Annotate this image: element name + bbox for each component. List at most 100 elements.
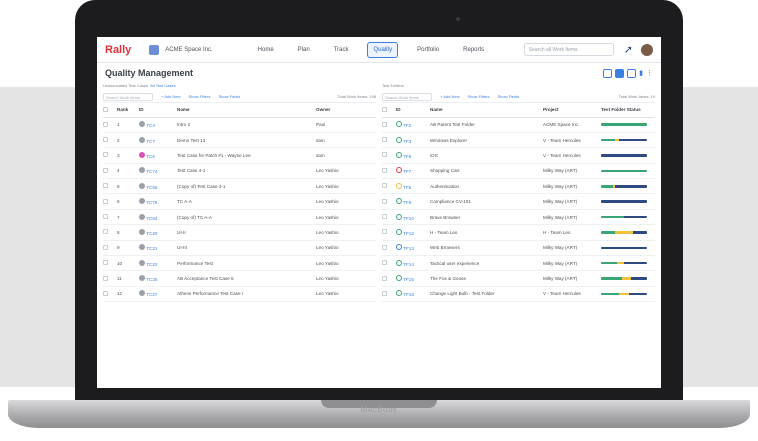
checkbox[interactable] [382, 275, 387, 281]
table-row[interactable]: TF9 Compliance CV-101 Milky Way (ART) [382, 193, 655, 210]
name-cell[interactable]: Compliance CV-101 [430, 193, 543, 210]
checkbox[interactable] [103, 121, 108, 127]
show-filters-button[interactable]: Show Filters [467, 94, 489, 99]
name-cell[interactable]: H - Team Leo [430, 224, 543, 241]
checkbox[interactable] [382, 244, 387, 250]
table-row[interactable]: TF3 Windows Explorer V - Team Hercules [382, 132, 655, 149]
column-header-project[interactable]: Project [543, 103, 601, 118]
table-row[interactable]: TF2 AB Parent Test Folder ACME Space Inc. [382, 117, 655, 133]
more-icon[interactable]: ⋮ [646, 69, 653, 77]
nav-item-track[interactable]: Track [329, 43, 354, 57]
checkbox[interactable] [382, 198, 387, 204]
name-cell[interactable]: AB Parent Test Folder [430, 117, 543, 133]
checkbox[interactable] [382, 121, 387, 127]
id-link[interactable]: TC7 [145, 139, 155, 144]
select-all-checkbox[interactable] [382, 103, 396, 118]
checkbox[interactable] [103, 229, 108, 235]
name-cell[interactable]: Athens Performance Test Case I [177, 286, 316, 303]
select-all-checkbox[interactable] [103, 103, 117, 118]
checkbox[interactable] [103, 183, 108, 189]
table-row[interactable]: TF13 Web Browsers Milky Way (ART) [382, 240, 655, 257]
checkbox[interactable] [382, 137, 387, 143]
table-row[interactable]: 5 TC55 (Copy of) Test Case 4-1 Leo Yashio [103, 178, 376, 195]
name-cell[interactable]: Change Light Bulb - Test Folder [430, 286, 543, 303]
table-row[interactable]: TF12 H - Team Leo H - Team Leo [382, 224, 655, 241]
table-row[interactable]: 1 TC4 Intro 2 Paul [103, 117, 376, 133]
name-cell[interactable]: UI-III [177, 240, 316, 257]
table-row[interactable]: 8 TC20 UI-II Leo Yashio [103, 224, 376, 241]
table-row[interactable]: 2 TC7 Demo Test 13 sam [103, 132, 376, 149]
id-link[interactable]: TC74 [145, 169, 157, 174]
name-cell[interactable]: Test Case for Patch #1 - Wayne Lee [177, 147, 316, 164]
name-cell[interactable]: Web Browsers [430, 240, 543, 257]
rally-logo[interactable]: Rally [105, 44, 131, 56]
column-header-rank[interactable]: Rank [117, 103, 139, 118]
checkbox[interactable] [103, 290, 108, 296]
table-row[interactable]: TF7 Shopping Cart Milky Way (ART) [382, 163, 655, 180]
name-cell[interactable]: The Fox & Goose [430, 270, 543, 287]
checkbox[interactable] [382, 167, 387, 173]
id-link[interactable]: TF6 [402, 154, 411, 159]
column-header-name[interactable]: Name [177, 103, 316, 118]
name-cell[interactable]: Windows Explorer [430, 132, 543, 149]
workspace-selector[interactable]: ACME Space Inc. [165, 47, 212, 53]
id-link[interactable]: TC6 [145, 154, 155, 159]
checkbox[interactable] [382, 290, 387, 296]
column-header-id[interactable]: ID [396, 103, 430, 118]
checkbox[interactable] [103, 137, 108, 143]
name-cell[interactable]: Shopping Cart [430, 163, 543, 180]
name-cell[interactable]: Intro 2 [177, 117, 316, 133]
table-row[interactable]: 7 TC54 (Copy of) TC A-A Leo Yashio [103, 209, 376, 226]
table-row[interactable]: 11 TC25 AB Acceptance Test Case 6 Leo Yash… [103, 270, 376, 287]
table-row[interactable]: TF16 Change Light Bulb - Test Folder V - T… [382, 286, 655, 303]
checkbox[interactable] [382, 260, 387, 266]
checkbox[interactable] [382, 229, 387, 235]
id-link[interactable]: TF14 [402, 262, 414, 267]
name-cell[interactable]: AB Acceptance Test Case 6 [177, 270, 316, 287]
table-row[interactable]: TF5 Authentication Milky Way (ART) [382, 178, 655, 195]
id-link[interactable]: TC54 [145, 216, 157, 221]
table-row[interactable]: TF10 Brave Browser Milky Way (ART) [382, 209, 655, 226]
nav-item-quality[interactable]: Quality [367, 41, 399, 58]
id-link[interactable]: TC25 [145, 277, 157, 282]
column-header-test-folder-status[interactable]: Test Folder Status [601, 103, 655, 118]
id-link[interactable]: TF13 [402, 246, 414, 251]
id-link[interactable]: TF5 [402, 185, 411, 190]
id-link[interactable]: TF7 [402, 169, 411, 174]
id-link[interactable]: TC27 [145, 292, 157, 297]
checkbox[interactable] [382, 214, 387, 220]
table-row[interactable]: 10 TC22 Performance Test Leo Yashio [103, 255, 376, 272]
add-new-button[interactable]: + Add New [440, 94, 459, 99]
table-row[interactable]: TF15 The Fox & Goose Milky Way (ART) [382, 270, 655, 287]
add-new-button[interactable]: + Add New [161, 94, 180, 99]
id-link[interactable]: TC21 [145, 246, 157, 251]
name-cell[interactable]: Test Case 4-1 [177, 163, 316, 180]
checkbox[interactable] [382, 152, 387, 158]
checkbox[interactable] [103, 244, 108, 250]
checkbox[interactable] [103, 152, 108, 158]
name-cell[interactable]: Brave Browser [430, 209, 543, 226]
chart-icon[interactable]: ▮ [639, 69, 643, 77]
checkbox[interactable] [103, 260, 108, 266]
search-input[interactable]: Search Work Items [382, 92, 432, 101]
checkbox[interactable] [382, 106, 387, 112]
show-fields-button[interactable]: Show Fields [497, 94, 519, 99]
name-cell[interactable]: Demo Test 13 [177, 132, 316, 149]
name-cell[interactable]: Performance Test [177, 255, 316, 272]
table-row[interactable]: 3 TC6 Test Case for Patch #1 - Wayne Lee s… [103, 147, 376, 164]
table-row[interactable]: TF14 Tactical user experience Milky Way (A… [382, 255, 655, 272]
name-cell[interactable]: iOS [430, 147, 543, 164]
list-view-button[interactable] [603, 68, 613, 78]
avatar[interactable] [641, 43, 653, 56]
grid-view-button[interactable] [627, 68, 637, 78]
all-test-cases-link[interactable]: All Test Cases [150, 83, 175, 88]
id-link[interactable]: TC4 [145, 123, 155, 128]
id-link[interactable]: TF15 [402, 277, 414, 282]
table-row[interactable]: 9 TC21 UI-III Leo Yashio [103, 240, 376, 257]
checkbox[interactable] [103, 275, 108, 281]
checkbox[interactable] [103, 214, 108, 220]
name-cell[interactable]: (Copy of) Test Case 4-1 [177, 178, 316, 195]
id-link[interactable]: TF2 [402, 123, 411, 128]
nav-item-portfolio[interactable]: Portfolio [412, 43, 444, 57]
id-link[interactable]: TC79 [145, 200, 157, 205]
